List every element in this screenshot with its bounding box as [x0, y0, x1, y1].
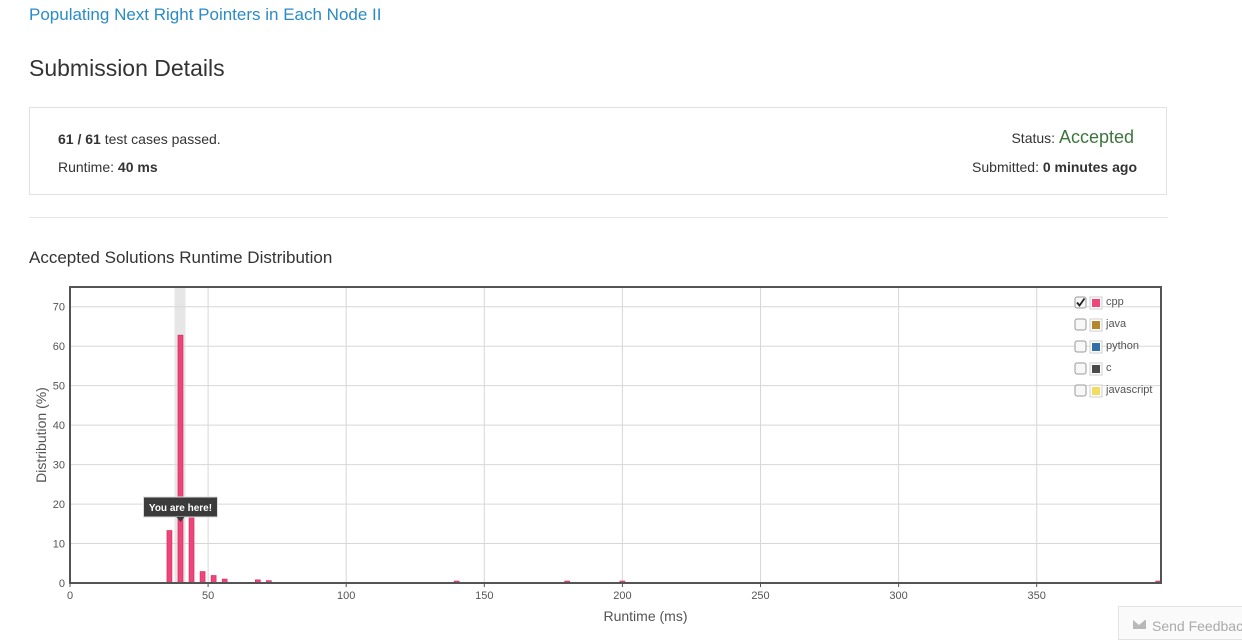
- legend-swatch-javascript: [1092, 387, 1100, 395]
- problem-title-link[interactable]: Populating Next Right Pointers in Each N…: [29, 5, 381, 25]
- status-label: Status:: [1011, 130, 1059, 146]
- legend-swatch-c: [1092, 365, 1100, 373]
- x-axis-label: Runtime (ms): [603, 608, 687, 624]
- runtime-summary: Runtime: 40 ms: [58, 159, 158, 175]
- bar-cpp: [166, 530, 173, 584]
- runtime-value: 40 ms: [117, 159, 158, 175]
- bar-cpp: [210, 575, 217, 584]
- tooltip-label: You are here!: [149, 503, 212, 514]
- legend-label-javascript: javascript: [1105, 384, 1152, 396]
- x-tick-label: 200: [613, 590, 631, 602]
- passed-suffix: test cases passed.: [100, 131, 221, 147]
- total-count: 61: [85, 131, 101, 147]
- y-tick-label: 10: [53, 539, 65, 551]
- x-tick-label: 300: [889, 590, 907, 602]
- test-cases-summary: 61 / 61 test cases passed.: [58, 131, 221, 147]
- legend-swatch-java: [1092, 321, 1100, 329]
- legend-checkbox-c[interactable]: [1074, 362, 1087, 375]
- bar-cpp: [188, 513, 195, 584]
- status-summary: Status: Accepted: [1011, 127, 1134, 148]
- legend-checkbox-javascript[interactable]: [1074, 384, 1087, 397]
- send-feedback-button[interactable]: Send Feedback: [1118, 606, 1242, 640]
- passed-count: 61: [58, 131, 74, 147]
- plot-area: [70, 287, 1161, 583]
- x-tick-label: 100: [337, 590, 355, 602]
- bar-cpp: [199, 571, 206, 584]
- runtime-distribution-chart: 0 50 100 150 200 250 300 350 0 10 20 30 40 50 60 70 Runt…: [33, 286, 1162, 624]
- y-tick-label: 70: [53, 302, 65, 314]
- submitted-label: Submitted:: [972, 159, 1043, 175]
- y-tick-label: 30: [53, 460, 65, 472]
- status-value: Accepted: [1058, 127, 1134, 147]
- y-tick-label: 50: [53, 381, 65, 393]
- legend-label-java: java: [1105, 318, 1127, 330]
- y-tick-label: 20: [53, 499, 65, 511]
- legend-swatch-python: [1092, 343, 1100, 351]
- count-separator: /: [73, 131, 86, 147]
- legend-swatch-cpp: [1092, 299, 1100, 307]
- y-tick-label: 60: [53, 341, 65, 353]
- x-tick-label: 250: [751, 590, 769, 602]
- distribution-title: Accepted Solutions Runtime Distribution: [29, 248, 333, 267]
- legend-checkbox-java[interactable]: [1074, 318, 1087, 331]
- y-tick-label: 40: [53, 420, 65, 432]
- x-tick-label: 350: [1028, 590, 1046, 602]
- envelope-icon: [1133, 620, 1146, 629]
- legend-label-c: c: [1106, 362, 1112, 374]
- send-feedback-label: Send Feedback: [1152, 618, 1242, 634]
- submitted-value: 0 minutes ago: [1042, 159, 1137, 175]
- x-tick-label: 150: [475, 590, 493, 602]
- submission-summary: 61 / 61 test cases passed. Runtime: 40 m…: [29, 107, 1167, 195]
- y-tick-label: 0: [59, 578, 65, 590]
- y-axis-label: Distribution (%): [33, 387, 49, 483]
- page-title: Submission Details: [29, 55, 225, 81]
- x-tick-label: 0: [67, 590, 73, 602]
- x-tick-label: 50: [202, 590, 214, 602]
- legend-label-cpp: cpp: [1106, 296, 1124, 308]
- submitted-summary: Submitted: 0 minutes ago: [972, 159, 1137, 175]
- legend-label-python: python: [1106, 340, 1139, 352]
- legend-checkbox-python[interactable]: [1074, 340, 1087, 353]
- section-divider: [29, 217, 1168, 218]
- runtime-label: Runtime:: [58, 159, 118, 175]
- bar-cpp: [177, 334, 184, 584]
